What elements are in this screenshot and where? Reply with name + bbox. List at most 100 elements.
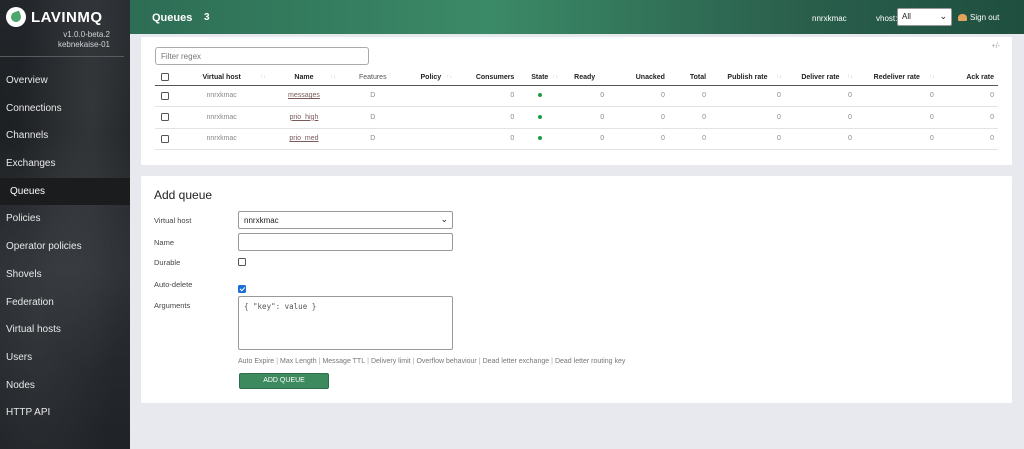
- vhost-select[interactable]: All ⌄: [897, 8, 952, 26]
- col-policy[interactable]: Policy ↑↓: [406, 70, 456, 86]
- select-all-checkbox[interactable]: [160, 73, 169, 82]
- sidebar-item-nodes[interactable]: Nodes: [0, 372, 130, 400]
- table-row: nnrxkmac prio_high D 0 0 0 0 0 0 0 0: [155, 106, 998, 129]
- col-total[interactable]: Total: [668, 70, 711, 86]
- state-running-icon: [537, 93, 542, 98]
- chevron-down-icon: ⌄: [440, 214, 448, 224]
- col-features: Features: [339, 70, 407, 86]
- cell-unacked: 0: [608, 128, 669, 150]
- sort-icon: ↑↓: [552, 74, 559, 80]
- col-state[interactable]: State ↑↓: [518, 70, 562, 86]
- arg-link-overflow-behaviour[interactable]: Overflow behaviour: [416, 358, 476, 365]
- signout-button[interactable]: Sign out: [958, 13, 999, 22]
- col-publish-rate[interactable]: Publish rate ↑↓: [710, 70, 785, 86]
- cell-deliver-rate: 0: [784, 128, 856, 150]
- sort-icon: ↑↓: [446, 74, 453, 80]
- filter-input[interactable]: Filter regex: [155, 47, 369, 65]
- name-field-label: Name: [154, 238, 175, 247]
- col-name[interactable]: Name ↑↓: [268, 70, 340, 86]
- col-ack-rate[interactable]: Ack rate: [937, 70, 998, 86]
- cell-ack-rate: 0: [937, 106, 998, 129]
- queue-count-badge: 3: [204, 12, 210, 23]
- brand-version: v1.0.0-beta.2: [63, 30, 110, 39]
- cell-redeliver-rate: 0: [855, 106, 938, 129]
- queue-name-input[interactable]: [238, 233, 453, 251]
- queue-name-link[interactable]: prio_med: [289, 135, 318, 142]
- sort-icon: ↑↓: [330, 74, 337, 80]
- vhost-select-value: All: [902, 12, 911, 21]
- cell-vhost: nnrxkmac: [174, 85, 269, 107]
- current-user: nnrxkmac: [812, 14, 847, 23]
- sidebar-item-queues[interactable]: Queues: [0, 177, 130, 206]
- sidebar-item-exchanges[interactable]: Exchanges: [0, 150, 130, 178]
- queue-name-link[interactable]: prio_high: [290, 114, 319, 121]
- cell-consumers: 0: [455, 128, 519, 150]
- autodelete-checkbox[interactable]: [238, 284, 246, 293]
- vhost-field-value: nnrxkmac: [244, 216, 279, 225]
- col-deliver-rate[interactable]: Deliver rate ↑↓: [784, 70, 856, 86]
- signout-icon: [958, 14, 967, 21]
- cell-vhost: nnrxkmac: [174, 128, 269, 150]
- col-consumers[interactable]: Consumers: [455, 70, 519, 86]
- sidebar-item-overview[interactable]: Overview: [0, 67, 130, 95]
- col-unacked[interactable]: Unacked: [608, 70, 669, 86]
- arg-link-dead-letter-routing-key[interactable]: Dead letter routing key: [555, 358, 625, 365]
- cell-unacked: 0: [608, 106, 669, 129]
- sidebar: LAVINMQ v1.0.0-beta.2 kebnekaise-01 Over…: [0, 0, 130, 449]
- cell-state: [518, 128, 562, 150]
- cell-publish-rate: 0: [710, 85, 785, 107]
- cell-features: D: [339, 106, 407, 129]
- brand: LAVINMQ v1.0.0-beta.2 kebnekaise-01: [0, 0, 124, 57]
- logo-icon: [6, 7, 26, 27]
- row-checkbox[interactable]: [160, 134, 169, 143]
- col-ready[interactable]: Ready: [561, 70, 609, 86]
- sidebar-nav: Overview Connections Channels Exchanges …: [0, 67, 130, 427]
- cell-policy: [406, 128, 456, 150]
- sidebar-item-virtual-hosts[interactable]: Virtual hosts: [0, 316, 130, 344]
- select-all-header: [155, 70, 175, 86]
- sidebar-item-policies[interactable]: Policies: [0, 205, 130, 233]
- arguments-label: Arguments: [154, 301, 191, 310]
- arguments-textarea[interactable]: { "key": value }: [238, 296, 453, 350]
- sort-icon: ↑↓: [846, 74, 853, 80]
- sort-icon: ↑↓: [775, 74, 782, 80]
- row-checkbox[interactable]: [160, 113, 169, 122]
- vhost-field-select[interactable]: nnrxkmac ⌄: [238, 211, 453, 229]
- sidebar-item-operator-policies[interactable]: Operator policies: [0, 233, 130, 261]
- cell-deliver-rate: 0: [784, 106, 856, 129]
- add-queue-button[interactable]: ADD QUEUE: [239, 373, 329, 389]
- queue-name-link[interactable]: messages: [288, 92, 320, 99]
- cell-consumers: 0: [455, 85, 519, 107]
- brand-host: kebnekaise-01: [57, 40, 110, 49]
- sidebar-item-shovels[interactable]: Shovels: [0, 261, 130, 289]
- cell-total: 0: [668, 128, 711, 150]
- arg-link-max-length[interactable]: Max Length: [280, 358, 317, 365]
- state-running-icon: [537, 136, 542, 141]
- cell-ack-rate: 0: [937, 85, 998, 107]
- durable-checkbox[interactable]: [238, 258, 246, 266]
- cell-state: [518, 85, 562, 107]
- arg-link-message-ttl[interactable]: Message TTL: [322, 358, 365, 365]
- cell-unacked: 0: [608, 85, 669, 107]
- sidebar-item-federation[interactable]: Federation: [0, 289, 130, 317]
- row-checkbox[interactable]: [160, 91, 169, 100]
- toggle-columns-button[interactable]: +/-: [992, 43, 1000, 50]
- col-redeliver-rate[interactable]: Redeliver rate ↑↓: [855, 70, 938, 86]
- sidebar-item-channels[interactable]: Channels: [0, 122, 130, 150]
- arg-link-auto-expire[interactable]: Auto Expire: [238, 358, 274, 365]
- cell-consumers: 0: [455, 106, 519, 129]
- cell-state: [518, 106, 562, 129]
- cell-deliver-rate: 0: [784, 85, 856, 107]
- cell-publish-rate: 0: [710, 128, 785, 150]
- sidebar-item-users[interactable]: Users: [0, 344, 130, 372]
- cell-total: 0: [668, 106, 711, 129]
- sidebar-item-http-api[interactable]: HTTP API: [0, 399, 130, 427]
- brand-logo[interactable]: LAVINMQ: [6, 7, 118, 27]
- arg-link-delivery-limit[interactable]: Delivery limit: [371, 358, 411, 365]
- sidebar-item-connections[interactable]: Connections: [0, 95, 130, 123]
- top-header: Queues 3 nnrxkmac vhost: All ⌄ Sign out: [130, 0, 1024, 34]
- col-virtual-host[interactable]: Virtual host ↑↓: [174, 70, 269, 86]
- chevron-down-icon: ⌄: [939, 11, 947, 21]
- arg-link-dead-letter-exchange[interactable]: Dead letter exchange: [483, 358, 550, 365]
- argument-shortcuts: Auto Expire | Max Length | Message TTL | Deliv…: [238, 358, 626, 365]
